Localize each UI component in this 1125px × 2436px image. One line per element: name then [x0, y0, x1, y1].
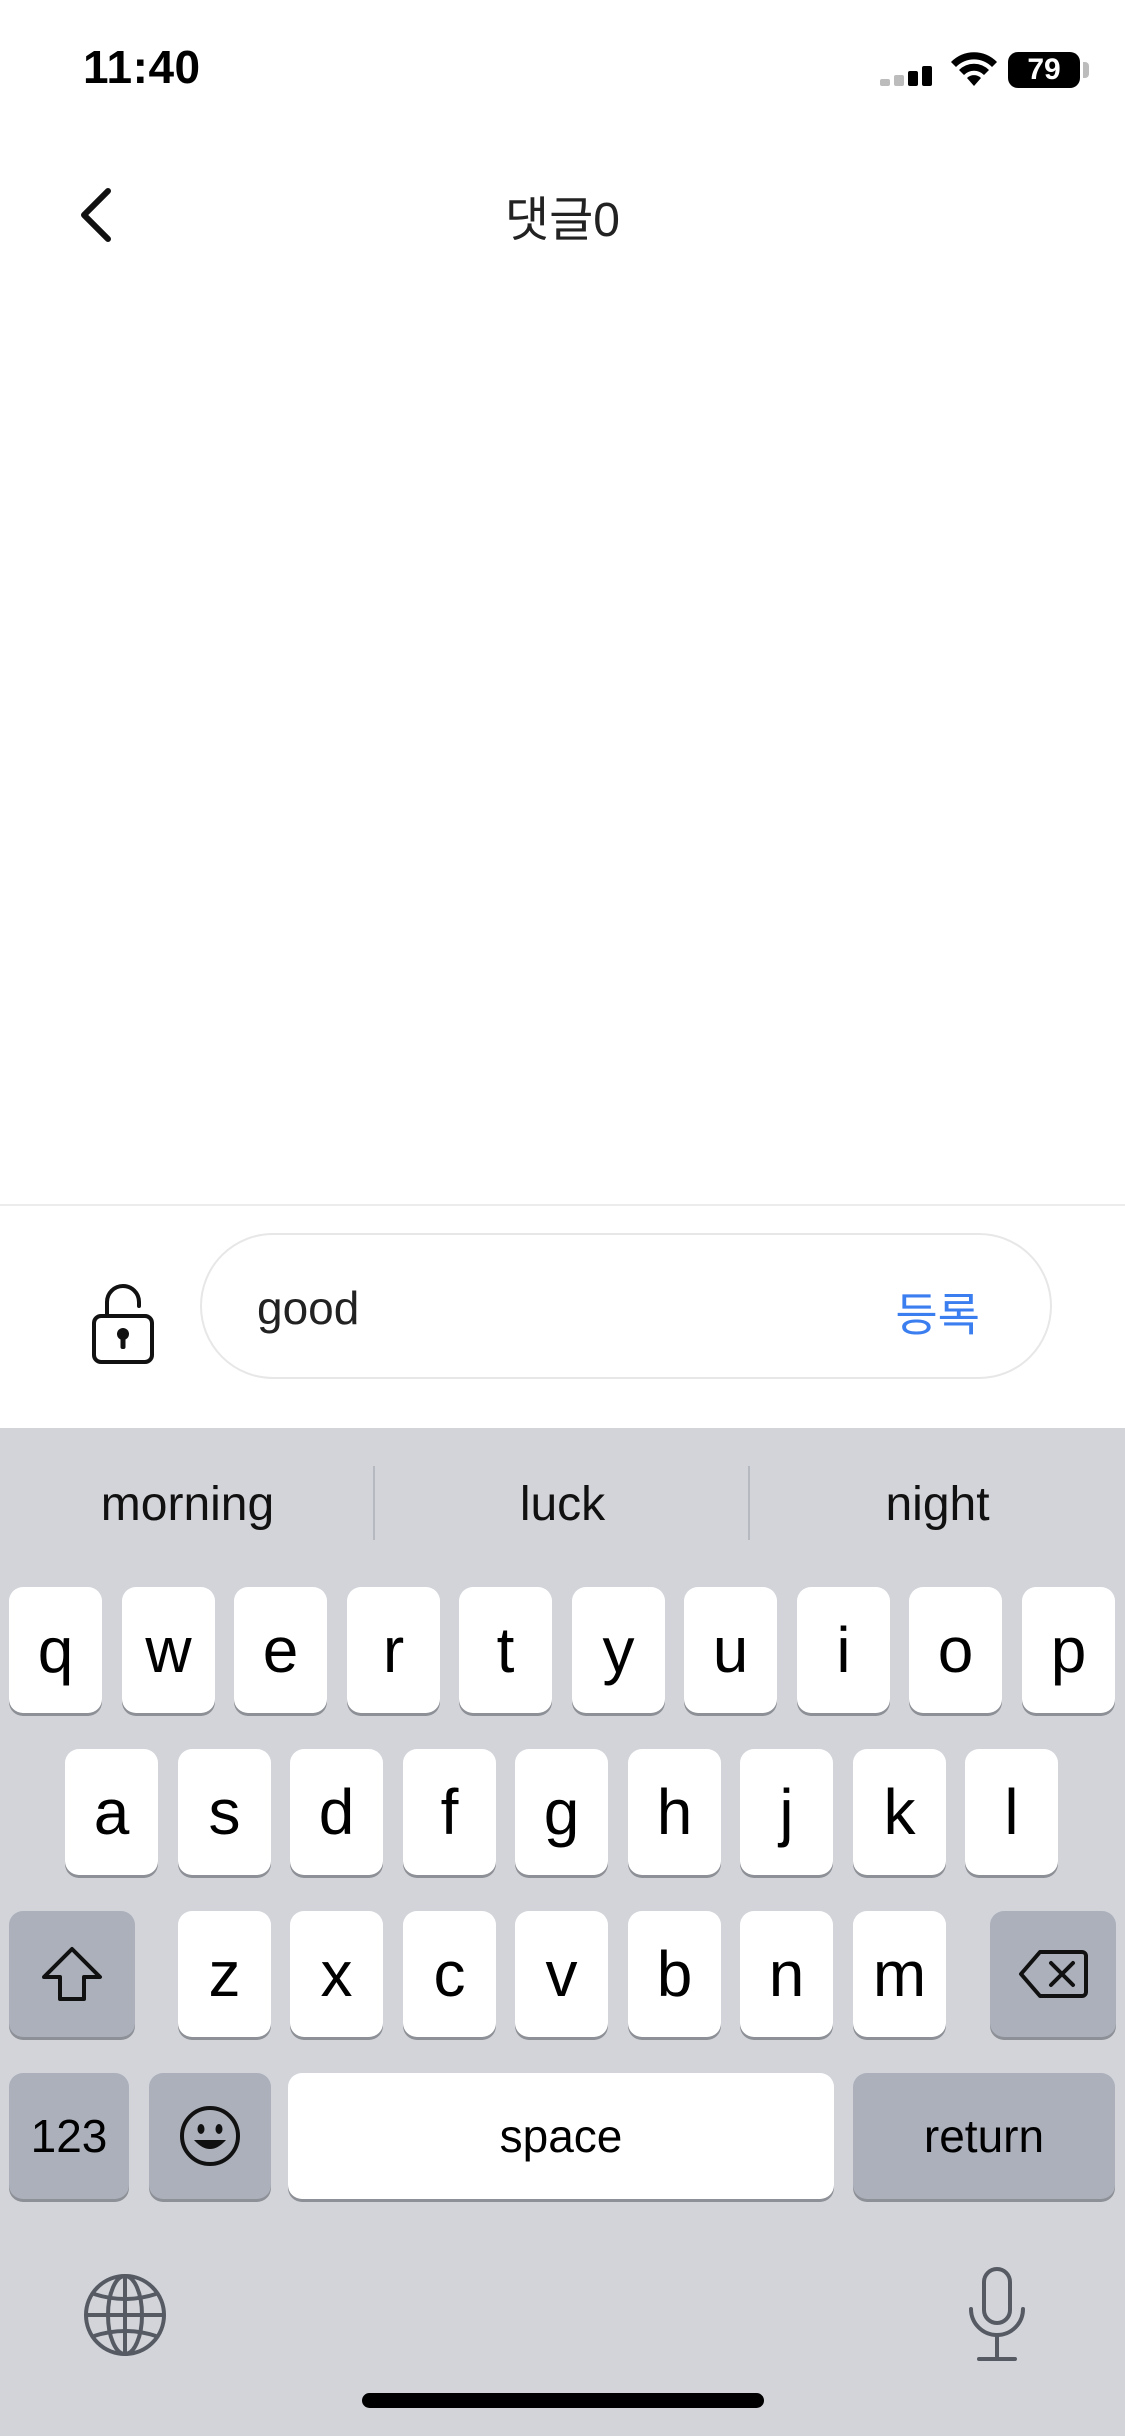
return-key[interactable]: return	[853, 2073, 1115, 2199]
status-time: 11:40	[83, 41, 201, 93]
numbers-key[interactable]: 123	[9, 2073, 129, 2199]
suggestion-bar: morning luck night	[0, 1428, 1125, 1578]
key-y[interactable]: y	[572, 1587, 665, 1713]
key-f[interactable]: f	[403, 1749, 496, 1875]
key-w[interactable]: w	[122, 1587, 215, 1713]
delete-key[interactable]	[990, 1911, 1116, 2037]
key-i[interactable]: i	[797, 1587, 890, 1713]
key-z[interactable]: z	[178, 1911, 271, 2037]
battery-indicator: 79	[1008, 52, 1080, 88]
key-o[interactable]: o	[909, 1587, 1002, 1713]
emoji-icon	[180, 2106, 240, 2166]
home-indicator	[362, 2393, 764, 2408]
key-v[interactable]: v	[515, 1911, 608, 2037]
shift-icon	[42, 1947, 102, 2001]
header: 댓글0	[0, 160, 1125, 270]
unlocked-padlock-icon	[92, 1284, 154, 1364]
key-k[interactable]: k	[853, 1749, 946, 1875]
suggestion-2[interactable]: luck	[375, 1428, 750, 1578]
key-a[interactable]: a	[65, 1749, 158, 1875]
key-h[interactable]: h	[628, 1749, 721, 1875]
key-e[interactable]: e	[234, 1587, 327, 1713]
key-l[interactable]: l	[965, 1749, 1058, 1875]
shift-key[interactable]	[9, 1911, 135, 2037]
comment-list	[0, 280, 1125, 1204]
battery-tip	[1083, 62, 1089, 78]
delete-icon	[1019, 1950, 1088, 1998]
globe-icon	[84, 2274, 166, 2356]
suggestion-1[interactable]: morning	[0, 1428, 375, 1578]
key-j[interactable]: j	[740, 1749, 833, 1875]
key-s[interactable]: s	[178, 1749, 271, 1875]
microphone-icon	[969, 2267, 1025, 2361]
wifi-icon	[951, 52, 997, 86]
key-p[interactable]: p	[1022, 1587, 1115, 1713]
page-title: 댓글0	[504, 194, 620, 247]
key-m[interactable]: m	[853, 1911, 946, 2037]
status-bar: 11:40 79	[0, 0, 1125, 140]
key-b[interactable]: b	[628, 1911, 721, 2037]
globe-button[interactable]	[80, 2270, 170, 2360]
comment-field[interactable]: good 등록	[200, 1233, 1052, 1379]
key-d[interactable]: d	[290, 1749, 383, 1875]
key-n[interactable]: n	[740, 1911, 833, 2037]
comment-input-bar: good 등록	[0, 1204, 1125, 1428]
space-key[interactable]: space	[288, 2073, 834, 2199]
comment-text[interactable]: good	[257, 1281, 359, 1335]
key-q[interactable]: q	[9, 1587, 102, 1713]
key-r[interactable]: r	[347, 1587, 440, 1713]
submit-button[interactable]: 등록	[895, 1279, 980, 1345]
microphone-button[interactable]	[965, 2265, 1029, 2365]
key-x[interactable]: x	[290, 1911, 383, 2037]
cellular-signal-icon	[880, 64, 936, 86]
key-u[interactable]: u	[684, 1587, 777, 1713]
key-c[interactable]: c	[403, 1911, 496, 2037]
key-t[interactable]: t	[459, 1587, 552, 1713]
secret-comment-toggle[interactable]	[90, 1276, 156, 1366]
emoji-key[interactable]	[149, 2073, 271, 2199]
suggestion-3[interactable]: night	[750, 1428, 1125, 1578]
key-g[interactable]: g	[515, 1749, 608, 1875]
